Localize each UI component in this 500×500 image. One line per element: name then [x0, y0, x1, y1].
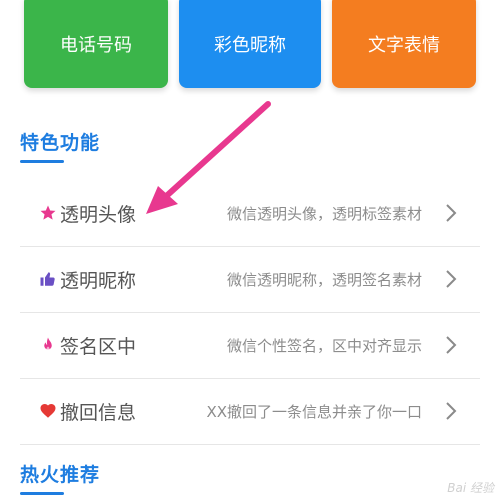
watermark: Bai 经验	[447, 481, 494, 495]
feature-description: 微信透明头像，透明标签素材	[226, 204, 422, 223]
chevron-right-icon	[446, 336, 457, 354]
feature-row-signature-center[interactable]: 签名区中 微信个性签名，区中对齐显示	[20, 312, 480, 379]
flame-icon	[38, 335, 58, 355]
heart-icon	[38, 401, 58, 421]
chevron-right-icon	[446, 204, 457, 222]
feature-description: 微信透明昵称，透明签名素材	[226, 270, 422, 289]
featured-section-title: 特色功能	[20, 132, 101, 154]
feature-description: XX撤回了一条信息并亲了你一口	[206, 402, 422, 421]
hot-section-title: 热火推荐	[20, 464, 101, 486]
feature-row-transparent-nickname[interactable]: 透明昵称 微信透明昵称，透明签名素材	[20, 246, 480, 313]
feature-label: 签名区中	[60, 335, 137, 358]
feature-row-transparent-avatar[interactable]: 透明头像 微信透明头像，透明标签素材	[20, 180, 480, 247]
color-nickname-tile[interactable]: 彩色昵称	[179, 0, 321, 88]
thumbs-up-icon	[38, 269, 58, 289]
feature-label: 透明头像	[60, 203, 137, 226]
feature-row-recall-message[interactable]: 撤回信息 XX撤回了一条信息并亲了你一口	[20, 378, 480, 445]
chevron-right-icon	[446, 402, 457, 420]
color-nickname-tile-label: 彩色昵称	[214, 35, 286, 56]
feature-label: 撤回信息	[60, 401, 137, 424]
star-icon	[38, 203, 58, 223]
text-emoji-tile-label: 文字表情	[368, 35, 440, 56]
chevron-right-icon	[446, 270, 457, 288]
phone-number-tile[interactable]: 电话号码	[24, 0, 168, 88]
feature-label: 透明昵称	[60, 269, 137, 292]
hot-section-underline	[20, 492, 64, 495]
feature-description: 微信个性签名，区中对齐显示	[226, 336, 422, 355]
text-emoji-tile[interactable]: 文字表情	[332, 0, 476, 88]
quick-tiles: 电话号码 彩色昵称 文字表情	[0, 0, 500, 100]
featured-section-underline	[20, 160, 64, 163]
phone-number-tile-label: 电话号码	[60, 35, 132, 56]
